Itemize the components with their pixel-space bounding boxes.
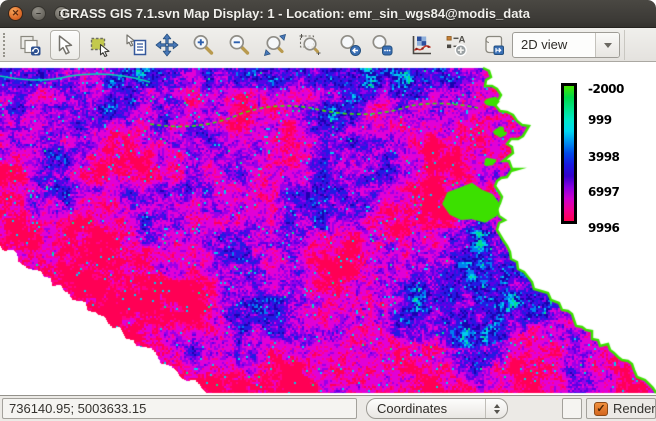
render-field: ✓ Render	[586, 398, 656, 419]
pan-icon	[155, 33, 179, 57]
select-features-button[interactable]	[85, 30, 115, 60]
pointer-icon	[53, 33, 77, 57]
svg-text:A: A	[459, 35, 466, 46]
chevron-up-icon	[494, 404, 500, 408]
toolbar-drag-handle[interactable]	[3, 33, 7, 57]
window-title: GRASS GIS 7.1.svn Map Display: 1 - Locat…	[60, 0, 530, 28]
zoom-region-icon	[298, 33, 322, 57]
map-toolbar: A 2D view	[0, 28, 656, 62]
statusbar-mode-value: Coordinates	[367, 399, 485, 418]
zoom-out-button[interactable]	[224, 30, 254, 60]
zoom-in-icon	[191, 33, 215, 57]
zoom-menu-button[interactable]	[367, 30, 397, 60]
map-display-area: -2000 999 3998 6997 9996	[0, 62, 656, 395]
close-button[interactable]: ✕	[8, 6, 23, 21]
view-mode-value: 2D view	[513, 33, 595, 57]
chevron-down-icon	[494, 410, 500, 414]
print-export-icon	[482, 33, 506, 57]
query-button[interactable]	[121, 30, 151, 60]
toolbar-separator	[624, 30, 625, 60]
minimize-button[interactable]: –	[31, 6, 46, 21]
coordinate-display: 736140.95; 5003633.15	[2, 398, 357, 419]
zoom-menu-icon	[370, 33, 394, 57]
select-features-icon	[88, 33, 112, 57]
map-raster-canvas[interactable]	[0, 62, 656, 395]
grass-map-display-window: ✕ – GRASS GIS 7.1.svn Map Display: 1 - L…	[0, 0, 656, 421]
add-overlay-button[interactable]: A	[441, 30, 471, 60]
statusbar: 736140.95; 5003633.15 Coordinates ✓ Rend…	[0, 395, 656, 421]
display-map-icon	[18, 33, 42, 57]
display-map-button[interactable]	[15, 30, 45, 60]
zoom-in-button[interactable]	[188, 30, 218, 60]
pointer-button[interactable]	[50, 30, 80, 60]
render-checkbox-label: Render	[613, 401, 656, 416]
add-overlay-icon: A	[444, 33, 468, 57]
zoom-back-icon	[338, 33, 362, 57]
render-checkbox[interactable]: ✓	[594, 402, 608, 416]
query-icon	[124, 33, 148, 57]
titlebar: ✕ – GRASS GIS 7.1.svn Map Display: 1 - L…	[0, 0, 656, 28]
analyze-map-icon	[409, 33, 433, 57]
pan-button[interactable]	[152, 30, 182, 60]
analyze-map-button[interactable]	[406, 30, 436, 60]
zoom-back-button[interactable]	[335, 30, 365, 60]
view-mode-dropdown-button[interactable]	[595, 33, 619, 57]
zoom-out-icon	[227, 33, 251, 57]
zoom-extent-button[interactable]	[260, 30, 290, 60]
statusbar-spacer	[562, 398, 582, 419]
spinner-arrows-icon[interactable]	[485, 399, 507, 418]
print-export-button[interactable]	[479, 30, 509, 60]
chevron-down-icon	[604, 43, 612, 48]
zoom-extent-icon	[263, 33, 287, 57]
view-mode-select[interactable]: 2D view	[512, 32, 620, 58]
zoom-region-button[interactable]	[295, 30, 325, 60]
statusbar-mode-select[interactable]: Coordinates	[366, 398, 508, 419]
